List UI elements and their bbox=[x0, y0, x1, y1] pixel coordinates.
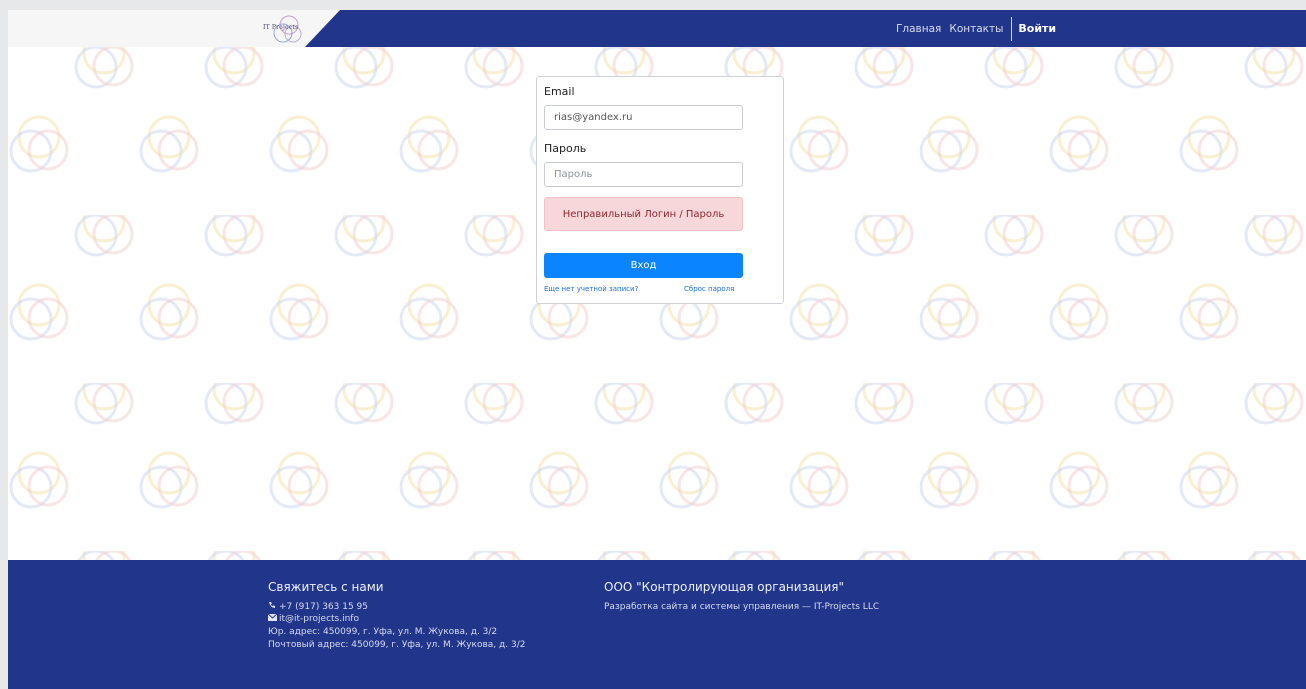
reset-password-link[interactable]: Сброс пароля bbox=[684, 285, 734, 293]
top-navbar: IT Projects Главная Контакты Войти bbox=[8, 10, 1306, 47]
logo-area: IT Projects bbox=[8, 10, 340, 47]
mail-icon bbox=[267, 613, 279, 624]
postal-address: Почтовый адрес: 450099, г. Уфа, ул. М. Ж… bbox=[268, 640, 526, 650]
nav-home-link[interactable]: Главная bbox=[896, 23, 941, 35]
login-error-alert: Неправильный Логин / Пароль bbox=[544, 197, 743, 231]
password-label: Пароль bbox=[544, 142, 587, 155]
footer-org-title: ООО "Контролирующая организация" bbox=[604, 580, 845, 594]
developer-credit[interactable]: Разработка сайта и системы управления — … bbox=[604, 602, 879, 612]
password-field[interactable] bbox=[544, 162, 743, 187]
page: IT Projects Главная Контакты Войти Email… bbox=[8, 10, 1306, 689]
register-link[interactable]: Еще нет учетной записи? bbox=[544, 285, 638, 293]
email-label: Email bbox=[544, 85, 575, 98]
login-submit-button[interactable]: Вход bbox=[544, 253, 743, 278]
logo-text: IT Projects bbox=[263, 24, 299, 31]
footer-phone: +7 (917) 363 15 95 bbox=[268, 601, 368, 612]
email-field[interactable] bbox=[544, 105, 743, 130]
main-nav: Главная Контакты Войти bbox=[896, 10, 1056, 47]
email-address[interactable]: it@it-projects.info bbox=[279, 614, 359, 624]
phone-number[interactable]: +7 (917) 363 15 95 bbox=[279, 602, 368, 612]
nav-login-link[interactable]: Войти bbox=[1018, 22, 1056, 35]
login-card: Email Пароль Неправильный Логин / Пароль… bbox=[536, 76, 784, 304]
footer-contact-title: Свяжитесь с нами bbox=[268, 580, 384, 594]
footer-email: it@it-projects.info bbox=[267, 613, 359, 624]
footer: Свяжитесь с нами +7 (917) 363 15 95 it@i… bbox=[8, 560, 1306, 689]
nav-contacts-link[interactable]: Контакты bbox=[949, 23, 1003, 35]
error-message: Неправильный Логин / Пароль bbox=[562, 208, 725, 220]
legal-address: Юр. адрес: 450099, г. Уфа, ул. М. Жукова… bbox=[268, 627, 498, 637]
phone-icon bbox=[268, 601, 279, 612]
nav-divider bbox=[1011, 16, 1013, 41]
